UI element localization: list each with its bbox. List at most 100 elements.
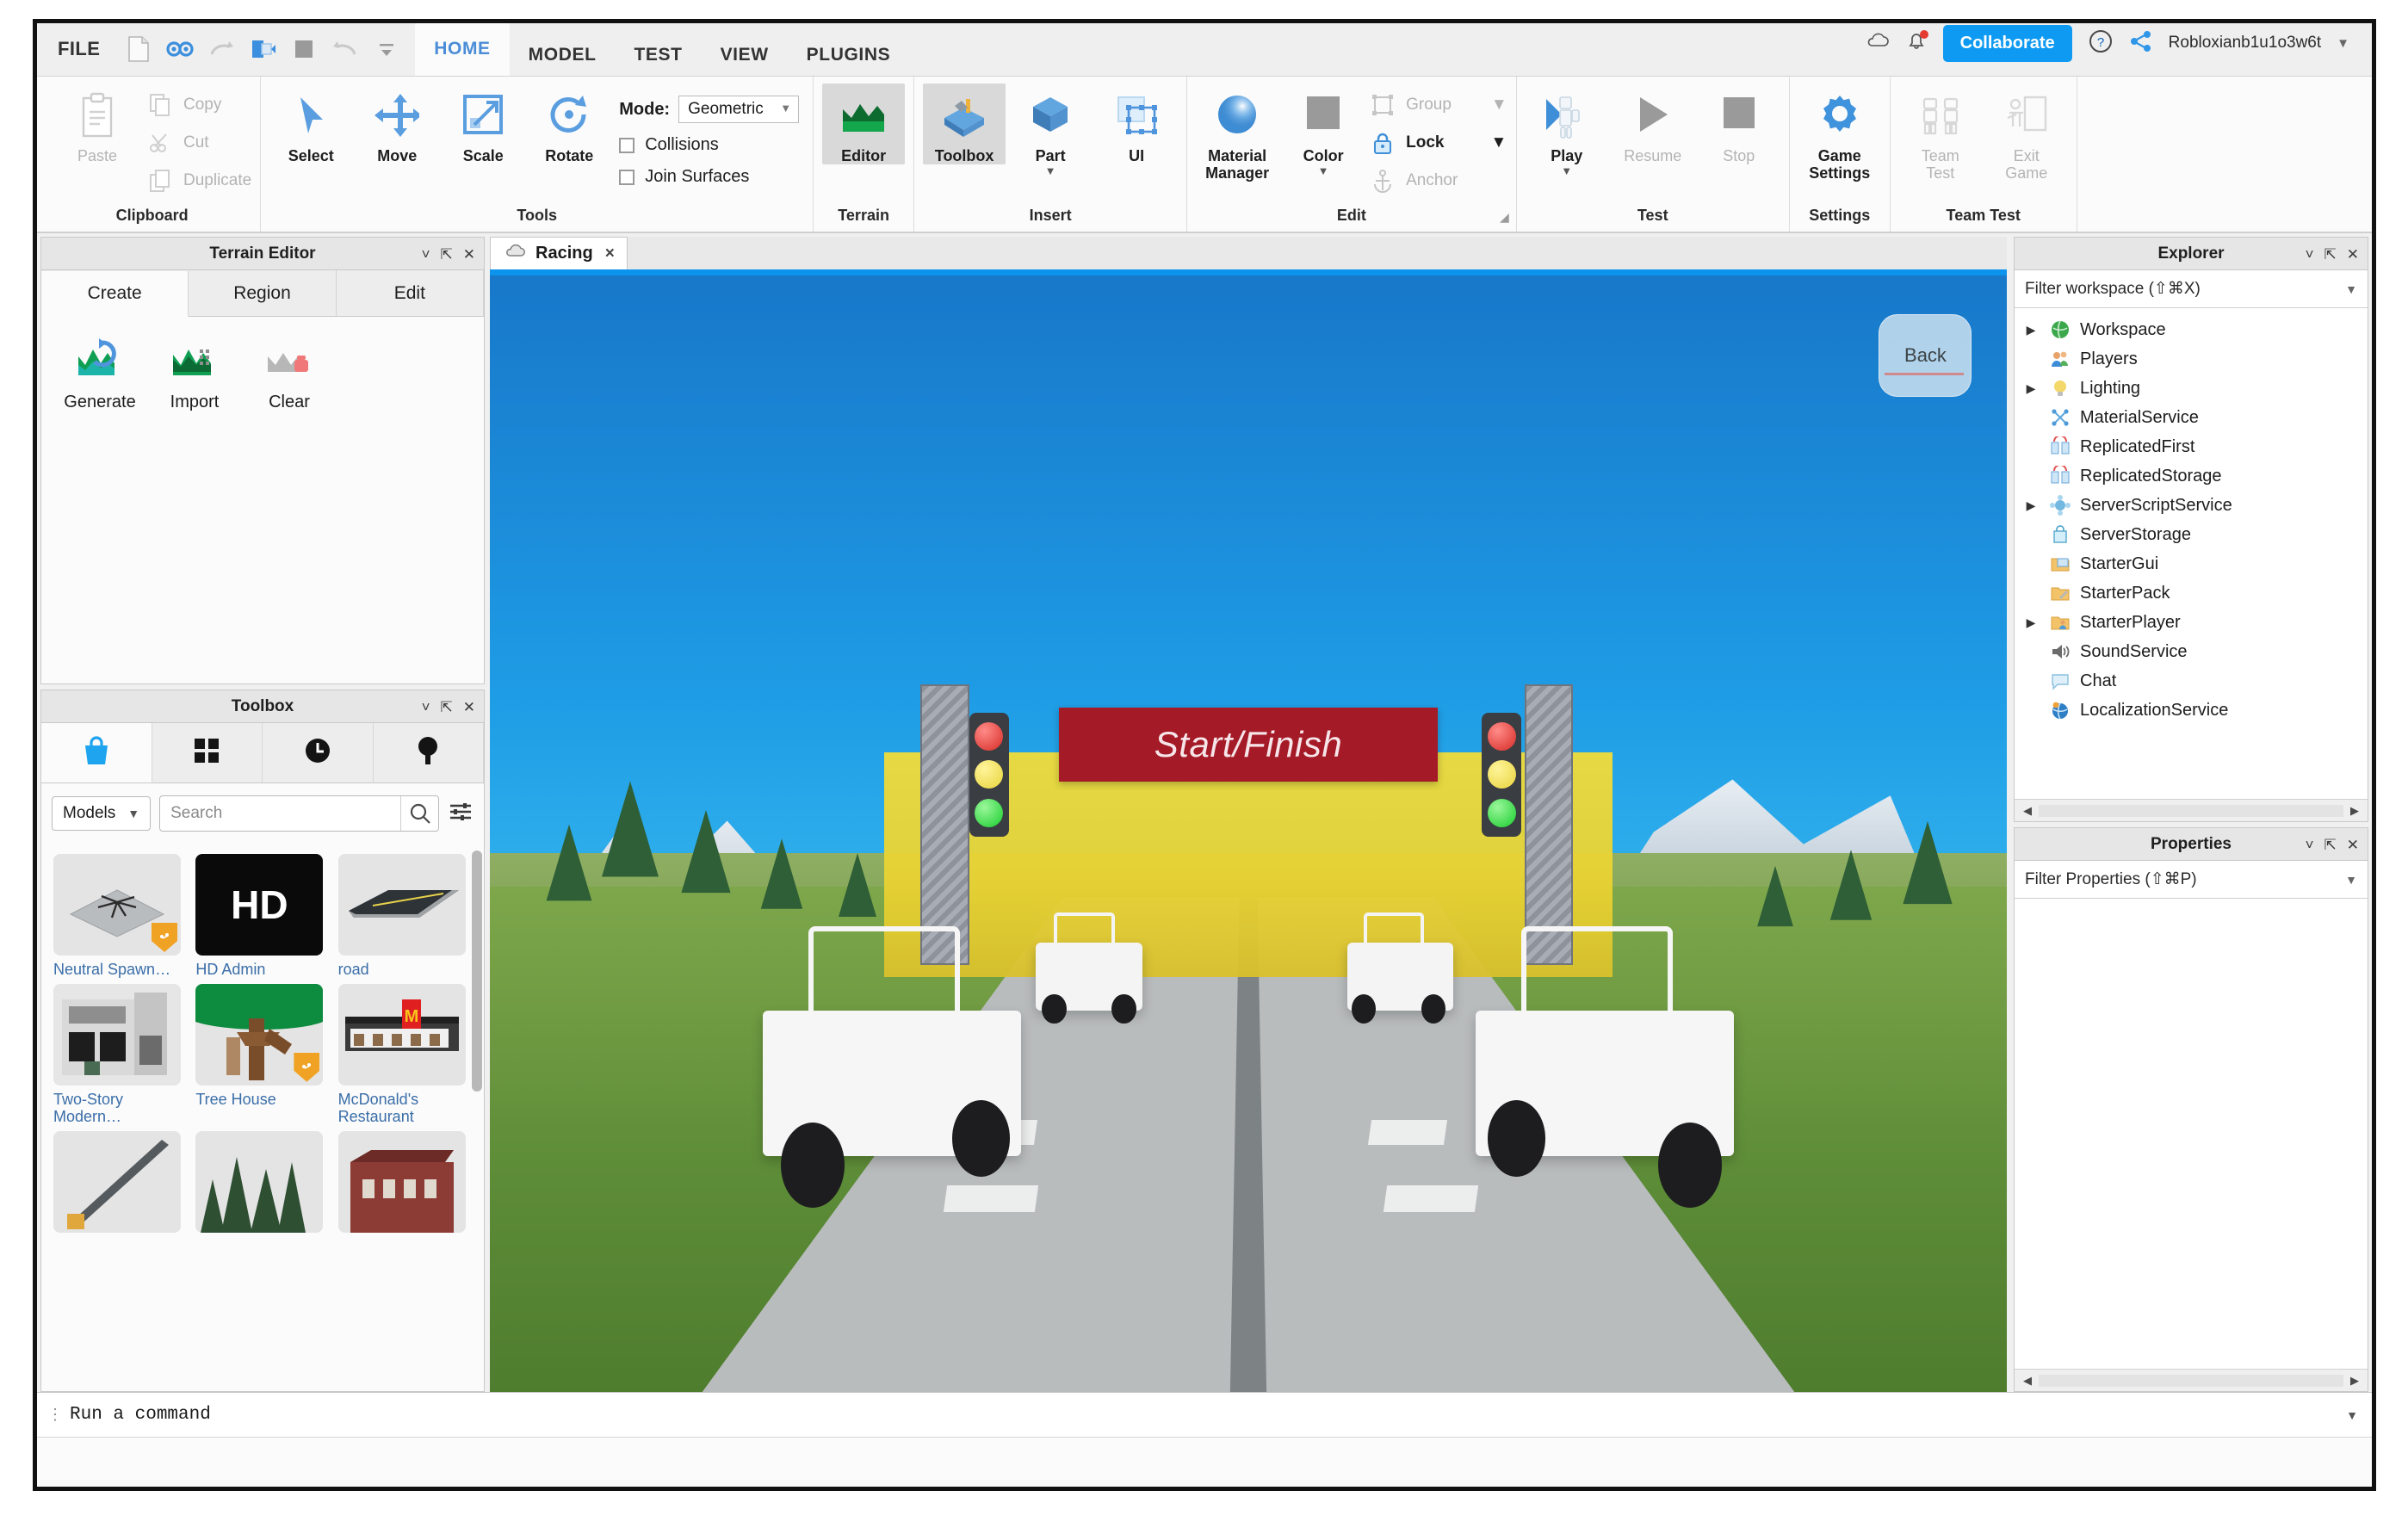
mcdonalds-thumb[interactable]: M xyxy=(337,983,466,1086)
explorer-filter-input[interactable] xyxy=(2025,279,2346,299)
toolbox-asset-item[interactable]: Tree House xyxy=(195,983,331,1126)
popout-icon[interactable]: ⇱ xyxy=(2324,838,2337,852)
new-file-icon[interactable] xyxy=(124,34,153,64)
pine-trees-thumb[interactable] xyxy=(195,1131,324,1234)
expand-arrow-icon[interactable]: ▶ xyxy=(2021,323,2040,337)
scroll-track[interactable] xyxy=(2039,804,2343,817)
toolbox-asset-item[interactable]: Two-Story Modern… xyxy=(53,983,189,1126)
toolbox-button[interactable]: Toolbox xyxy=(923,84,1006,165)
scroll-right-arrow-icon[interactable]: ▶ xyxy=(2345,804,2364,818)
drag-grip-icon[interactable]: ⋮ xyxy=(47,1406,63,1424)
explorer-filter-bar[interactable]: ▼ xyxy=(2015,270,2368,308)
chevron-down-icon[interactable]: ˅ xyxy=(2306,838,2314,852)
select-tool-button[interactable]: Select xyxy=(269,84,352,164)
color-button[interactable]: Color ▼ xyxy=(1282,84,1365,176)
explorer-item-starterplayer[interactable]: ▶ StarterPlayer xyxy=(2015,608,2368,637)
toolbox-category-select[interactable]: Models ▼ xyxy=(52,796,152,831)
toolbox-asset-name[interactable]: Tree House xyxy=(195,1091,325,1109)
filter-sliders-icon[interactable] xyxy=(448,799,474,829)
close-icon[interactable]: ✕ xyxy=(2347,838,2359,852)
command-bar[interactable]: ⋮ ▼ xyxy=(37,1392,2372,1437)
toolbox-tab-inventory[interactable] xyxy=(152,723,263,782)
explorer-item-materialservice[interactable]: MaterialService xyxy=(2015,403,2368,432)
help-circle-icon[interactable]: ? xyxy=(2088,28,2114,59)
two-story-building-thumb[interactable] xyxy=(53,983,181,1086)
expand-arrow-icon[interactable]: ▶ xyxy=(2021,498,2040,513)
popout-icon[interactable]: ⇱ xyxy=(441,247,453,262)
properties-filter-input[interactable] xyxy=(2025,869,2346,889)
explorer-horizontal-scrollbar[interactable]: ◀ ▶ xyxy=(2015,799,2368,821)
rotate-tool-button[interactable]: Rotate xyxy=(528,84,610,164)
explorer-item-serverstorage[interactable]: ServerStorage xyxy=(2015,520,2368,549)
toolbox-tab-recent[interactable] xyxy=(263,723,374,782)
chevron-down-icon[interactable]: ▼ xyxy=(1318,165,1329,176)
chevron-down-icon[interactable]: ▼ xyxy=(1491,96,1507,114)
expand-arrow-icon[interactable]: ▶ xyxy=(2021,381,2040,396)
navigation-cube[interactable]: Back xyxy=(1879,314,1972,398)
toolbox-asset-item[interactable]: M McDonald's Restaurant xyxy=(337,983,474,1126)
cloud-icon[interactable] xyxy=(1866,33,1890,54)
team-test-button[interactable]: Team Test xyxy=(1899,84,1982,182)
expand-arrow-icon[interactable]: ▶ xyxy=(2021,615,2040,630)
scale-tool-button[interactable]: Scale xyxy=(442,84,524,164)
chevron-down-icon[interactable]: ˅ xyxy=(422,700,430,714)
explorer-item-lighting[interactable]: ▶ Lighting xyxy=(2015,374,2368,403)
road-thumb[interactable] xyxy=(337,854,466,956)
collisions-checkbox[interactable] xyxy=(619,137,635,153)
collisions-checkbox-row[interactable]: Collisions xyxy=(619,135,799,155)
toolbox-asset-item[interactable]: road xyxy=(337,854,474,979)
scroll-left-arrow-icon[interactable]: ◀ xyxy=(2018,1374,2037,1388)
overflow-icon[interactable] xyxy=(372,34,401,64)
terrain-tab-create[interactable]: Create xyxy=(41,271,189,317)
mode-select[interactable]: Geometric ▼ xyxy=(678,96,800,123)
tab-plugins[interactable]: PLUGINS xyxy=(788,34,910,76)
toolbox-scrollbar[interactable] xyxy=(472,851,482,1092)
toolbox-asset-name[interactable]: Two-Story Modern… xyxy=(53,1091,183,1126)
material-manager-button[interactable]: Material Manager xyxy=(1196,84,1278,182)
toolbox-asset-item[interactable]: HD HD Admin xyxy=(195,854,331,979)
join-surfaces-checkbox-row[interactable]: Join Surfaces xyxy=(619,167,799,187)
tab-model[interactable]: MODEL xyxy=(510,34,616,76)
chevron-down-icon[interactable]: ▼ xyxy=(2346,1408,2358,1422)
toolbox-search-field[interactable] xyxy=(159,795,439,832)
scroll-left-arrow-icon[interactable]: ◀ xyxy=(2018,804,2037,818)
close-icon[interactable]: × xyxy=(605,244,615,263)
hd-admin-thumb[interactable]: HD xyxy=(195,854,324,956)
game-settings-button[interactable]: Game Settings xyxy=(1798,84,1881,182)
scroll-track[interactable] xyxy=(2039,1374,2343,1387)
terrain-editor-button[interactable]: Editor xyxy=(822,84,906,165)
close-icon[interactable]: ✕ xyxy=(2347,247,2359,262)
cut-button[interactable]: Cut xyxy=(145,128,251,158)
move-tool-button[interactable]: Move xyxy=(356,84,438,164)
toolbox-asset-item[interactable] xyxy=(53,1131,189,1238)
anchor-button[interactable]: Anchor xyxy=(1368,166,1507,195)
spawn-pad-thumb[interactable] xyxy=(53,854,181,956)
popout-icon[interactable]: ⇱ xyxy=(441,700,453,714)
edit-dialog-launcher-icon[interactable]: ◢ xyxy=(1500,210,1509,225)
toolbox-asset-name[interactable]: Neutral Spawn… xyxy=(53,961,183,979)
tree-house-thumb[interactable] xyxy=(195,983,324,1086)
explorer-item-workspace[interactable]: ▶ Workspace xyxy=(2015,315,2368,344)
properties-horizontal-scrollbar[interactable]: ◀ ▶ xyxy=(2015,1369,2368,1391)
collaborate-button[interactable]: Collaborate xyxy=(1942,24,2072,62)
explorer-item-serverscriptservice[interactable]: ▶ ServerScriptService xyxy=(2015,491,2368,520)
toolbox-asset-name[interactable]: McDonald's Restaurant xyxy=(338,1091,467,1126)
close-icon[interactable]: ✕ xyxy=(463,247,475,262)
chevron-down-icon[interactable]: ▼ xyxy=(2345,873,2357,887)
toolbox-asset-name[interactable]: HD Admin xyxy=(195,961,325,979)
red-building-thumb[interactable] xyxy=(337,1131,466,1234)
copy-button[interactable]: Copy xyxy=(145,90,251,120)
viewport-3d[interactable]: Start/Finish Back xyxy=(490,269,2007,1392)
explorer-item-localizationservice[interactable]: LocalizationService xyxy=(2015,696,2368,725)
search-input[interactable] xyxy=(160,804,400,823)
terrain-tab-edit[interactable]: Edit xyxy=(337,270,484,316)
viewport-tab-racing[interactable]: Racing × xyxy=(490,237,628,269)
toolbox-tab-marketplace[interactable] xyxy=(41,723,152,782)
chevron-down-icon[interactable]: ▼ xyxy=(1561,165,1572,176)
terrain-clear-button[interactable]: Clear xyxy=(245,336,334,412)
explorer-item-chat[interactable]: Chat xyxy=(2015,666,2368,696)
terrain-import-button[interactable]: Import xyxy=(150,336,239,412)
group-button[interactable]: Group ▼ xyxy=(1368,90,1507,120)
command-input[interactable] xyxy=(61,1405,2372,1425)
terrain-generate-button[interactable]: Generate xyxy=(55,336,145,412)
